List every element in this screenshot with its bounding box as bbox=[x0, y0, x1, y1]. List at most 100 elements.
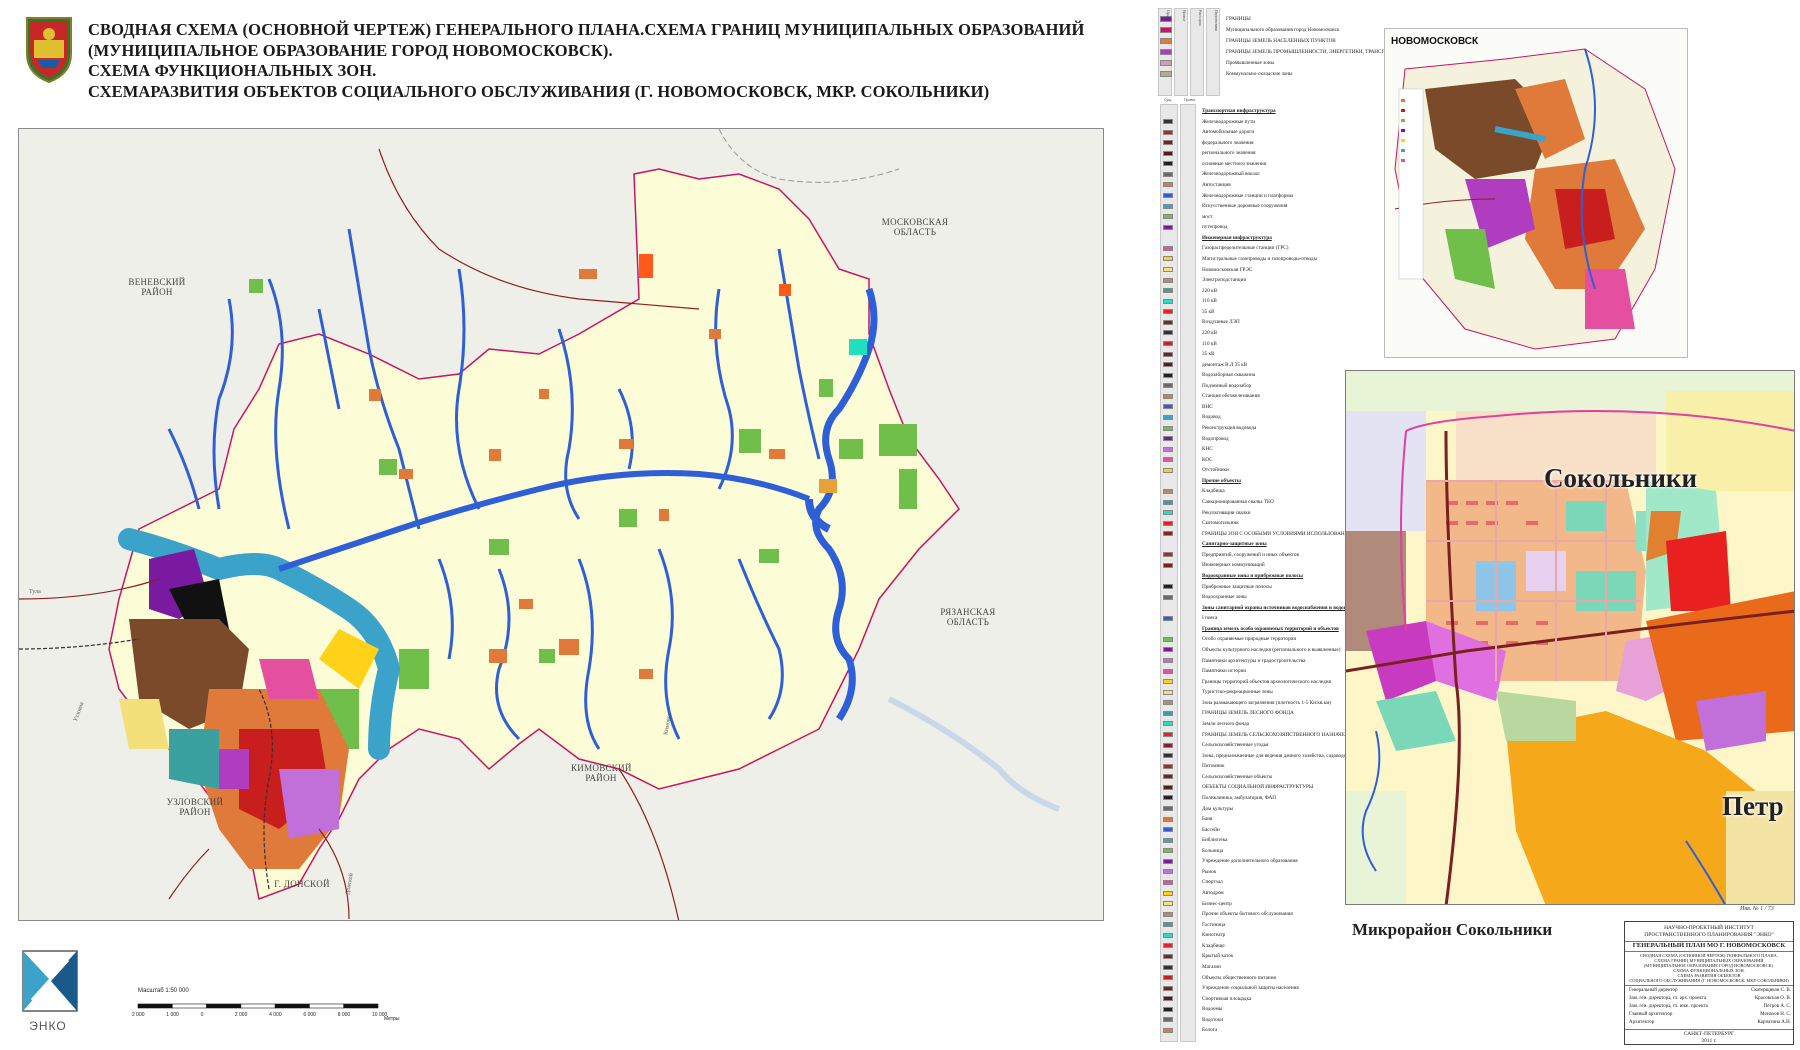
legend-item: ВНС bbox=[1202, 403, 1213, 410]
legend-swatch bbox=[1163, 1006, 1173, 1012]
legend-item: Поликлиника, амбулатория, ФАП bbox=[1202, 794, 1276, 801]
legend-item: Зоны, предназначенные для ведения дачног… bbox=[1202, 752, 1353, 759]
legend-item: Сельскохозяйственные объекты bbox=[1202, 773, 1273, 780]
legend-swatch bbox=[1163, 879, 1173, 885]
legend-swatch bbox=[1163, 594, 1173, 600]
legend-swatch bbox=[1163, 710, 1173, 716]
legend-item: Зоны санитарной охраны источников водосн… bbox=[1202, 604, 1362, 611]
scale-tick-label: 0 bbox=[200, 1012, 204, 1018]
legend-swatch bbox=[1163, 668, 1173, 674]
legend-item: Новомосковская ГРЭС bbox=[1202, 266, 1253, 273]
legend-swatch bbox=[1163, 161, 1173, 167]
legend-item: Коммунально-складские зоны bbox=[1226, 71, 1293, 77]
legend-item: ГРАНИЦЫ ЗОН С ОСОБЫМИ УСЛОВИЯМИ ИСПОЛЬЗО… bbox=[1202, 530, 1362, 537]
legend-swatch bbox=[1163, 964, 1173, 970]
legend-item: Магистральные газопроводы и газопроводы-… bbox=[1202, 255, 1318, 262]
legend-swatch bbox=[1163, 615, 1173, 621]
legend-swatch bbox=[1163, 119, 1173, 125]
scale-tick-label: 4 000 bbox=[269, 1012, 282, 1018]
legend-item: Зона размыкающего загрязнения (плотность… bbox=[1202, 699, 1332, 706]
region-label-venevsky: ВЕНЕВСКИЙ РАЙОН bbox=[128, 277, 186, 297]
legend-swatch bbox=[1163, 182, 1173, 188]
legend-swatch bbox=[1163, 816, 1173, 822]
legend-swatch bbox=[1163, 245, 1173, 251]
legend-swatch bbox=[1160, 60, 1172, 66]
legend-swatch bbox=[1163, 372, 1173, 378]
legend-item: демонтаж В.Л 35 кВ bbox=[1202, 361, 1248, 368]
legend-swatch bbox=[1163, 763, 1173, 769]
legend-swatch bbox=[1163, 869, 1173, 875]
scale-segment bbox=[240, 1003, 276, 1009]
legend-swatch bbox=[1163, 721, 1173, 727]
legend-swatch bbox=[1163, 140, 1173, 146]
title-line-2: (МУНИЦИПАЛЬНОЕ ОБРАЗОВАНИЕ ГОРОД НОВОМОС… bbox=[88, 40, 613, 60]
region-label-uzlovsky: УЗЛОВСКИЙ РАЙОН bbox=[166, 797, 224, 817]
legend-item: Водоемы bbox=[1202, 1006, 1223, 1013]
legend-item: федерального значения bbox=[1202, 139, 1254, 146]
legend-item: Памятники истории bbox=[1202, 668, 1247, 675]
legend-item: Рекультивация свалки bbox=[1202, 509, 1251, 516]
legend-item: Болота bbox=[1202, 1027, 1218, 1034]
legend-swatch bbox=[1163, 584, 1173, 590]
legend-item: Кладбища bbox=[1202, 488, 1225, 495]
legend-swatch bbox=[1163, 298, 1173, 304]
scale-label: Масштаб 1:50 000 bbox=[138, 988, 189, 994]
main-map[interactable]: МОСКОВСКАЯ ОБЛАСТЬ ВЕНЕВСКИЙ РАЙОН РЯЗАН… bbox=[18, 128, 1104, 921]
overview-title: НОВОМОСКОВСК bbox=[1391, 36, 1479, 47]
detail-map-sokolniki[interactable]: Сокольники Петр bbox=[1345, 370, 1795, 905]
legend-item: основные местного значения bbox=[1202, 160, 1267, 167]
stamp-org-1: НАУЧНО-ПРОЕКТНЫЙ ИНСТИТУТ bbox=[1664, 925, 1754, 931]
legend-item: Особо охраняемые природные территории bbox=[1202, 636, 1297, 643]
overview-map-canvas bbox=[1394, 48, 1676, 350]
region-label-ryazanskaya: РЯЗАНСКАЯ ОБЛАСТЬ bbox=[940, 607, 996, 627]
legend-item: Питомник bbox=[1202, 763, 1225, 770]
enko-logo: ЭНКО bbox=[22, 950, 78, 1036]
legend-item: Железнодорожные пути bbox=[1202, 118, 1256, 125]
legend-item: Прочие объекты бытового обслуживания bbox=[1202, 911, 1293, 918]
scale-tick-label: 2 000 bbox=[234, 1012, 248, 1018]
legend-column-header: Проект bbox=[1182, 10, 1186, 22]
scale-segment bbox=[274, 1003, 310, 1009]
overview-map-novomoskovsk[interactable]: НОВОМОСКОВСК bbox=[1384, 28, 1688, 358]
legend-swatch bbox=[1163, 171, 1173, 177]
legend-swatch bbox=[1163, 309, 1173, 315]
legend-item: 220 кВ bbox=[1202, 329, 1218, 336]
stamp-person-row: Главный архитектор Монахов Н. С. bbox=[1629, 1012, 1791, 1017]
legend-swatch bbox=[1163, 890, 1173, 896]
detail-map-canvas bbox=[1346, 371, 1794, 904]
legend-swatch bbox=[1163, 341, 1173, 346]
legend-swatch bbox=[1163, 795, 1173, 801]
legend-swatch bbox=[1163, 288, 1173, 294]
legend-item: мост bbox=[1202, 213, 1213, 220]
legend-item: Электроподстанции bbox=[1202, 277, 1247, 284]
stamp-person-row: Зам. ген. директора, гл. арх. проекта Кра… bbox=[1629, 996, 1791, 1001]
stamp-city: САНКТ-ПЕТЕРБУРГ bbox=[1683, 1031, 1735, 1037]
legend-main: Транспортная инфраструктура Железнодорожн… bbox=[1158, 98, 1368, 1044]
legend-item: КОС bbox=[1202, 456, 1213, 463]
legend-column-header: Сущ. bbox=[1166, 10, 1170, 19]
legend-item: ГРАНИЦЫ ЗЕМЕЛЬ ЛЕСНОГО ФОНДА bbox=[1202, 710, 1294, 717]
legend-item: Водоохранные зоны bbox=[1202, 594, 1247, 601]
sheet-number: Инв. № 1 / 73 bbox=[1740, 906, 1774, 912]
legend-swatch bbox=[1163, 256, 1173, 262]
legend-swatch bbox=[1163, 214, 1173, 220]
legend-item: Магазин bbox=[1202, 964, 1221, 971]
legend-swatch bbox=[1163, 784, 1173, 790]
legend-swatch bbox=[1160, 38, 1172, 44]
legend-item: Промышленные зоны bbox=[1226, 60, 1274, 66]
legend-item: Автостанция bbox=[1202, 181, 1231, 188]
legend-item: I пояса bbox=[1202, 615, 1218, 622]
legend-swatch bbox=[1163, 658, 1173, 664]
legend-swatch bbox=[1163, 647, 1173, 653]
scale-segment bbox=[137, 1003, 173, 1009]
legend-column-header: Перспектива bbox=[1214, 10, 1218, 31]
region-label-donskoy: Г. ДОНСКОЙ bbox=[274, 879, 330, 889]
legend-item: Граница земель особо охраняемых территор… bbox=[1202, 625, 1339, 632]
legend-item: Муниципального образования город Новомос… bbox=[1226, 27, 1340, 33]
legend-swatch bbox=[1163, 985, 1173, 991]
legend-item: ГРАНИЦЫ ЗЕМЕЛЬ НАСЕЛЕННЫХ ПУНКТОВ bbox=[1226, 38, 1336, 44]
detail-label-sokolniki: Сокольники bbox=[1544, 463, 1697, 493]
legend-item: Водовод bbox=[1202, 414, 1221, 421]
legend-column-header: Сущ. bbox=[1164, 98, 1173, 102]
legend-swatch bbox=[1163, 753, 1173, 759]
